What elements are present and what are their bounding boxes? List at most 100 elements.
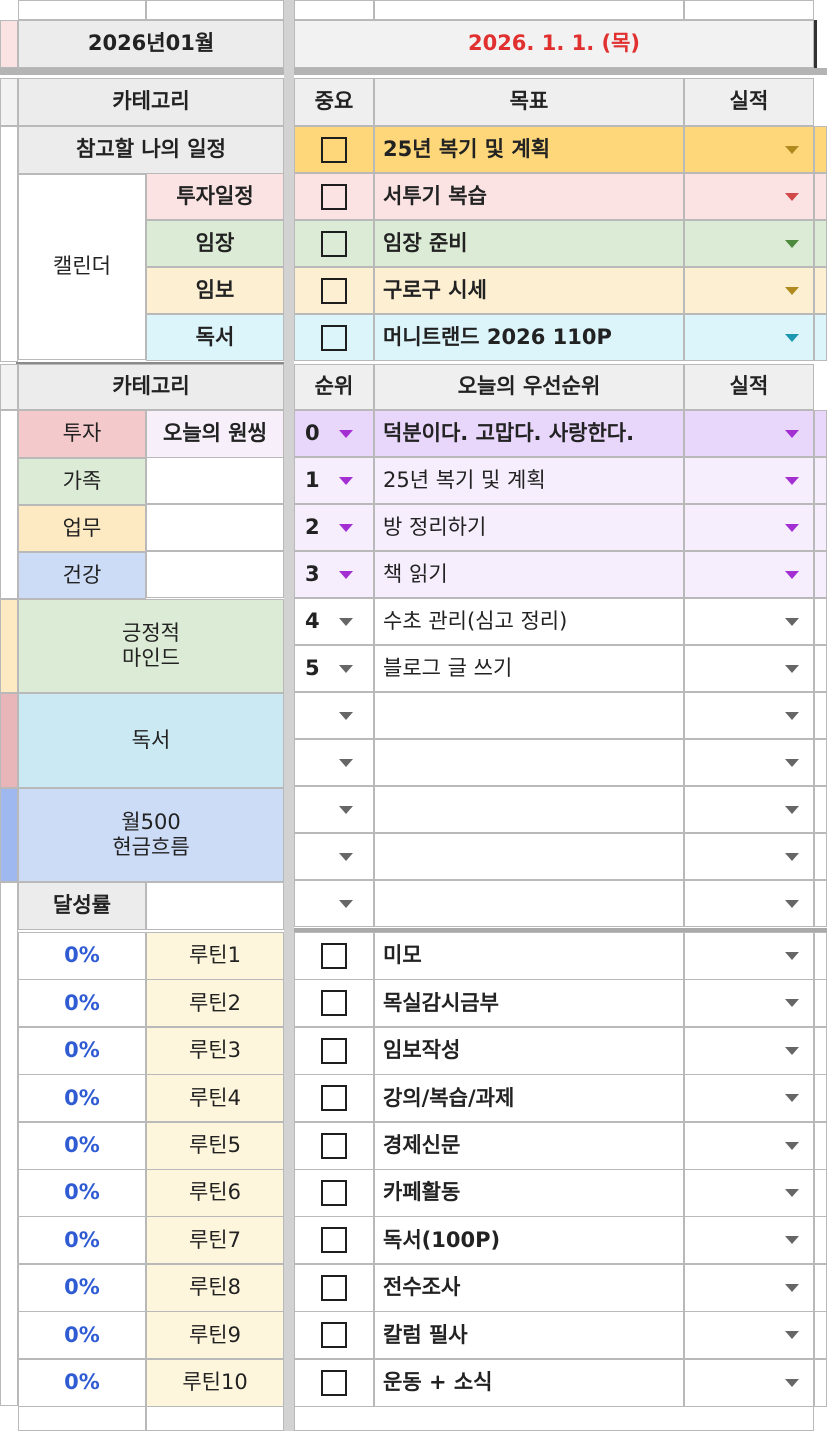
routine-result-dropdown[interactable] <box>684 1074 814 1123</box>
goal-text-cell[interactable]: 머니트랜드 2026 110P <box>374 314 684 361</box>
routine-result-dropdown[interactable] <box>684 1311 814 1360</box>
rank-dropdown[interactable]: 5 <box>294 645 374 692</box>
routine-result-dropdown[interactable] <box>684 1358 814 1407</box>
dropdown-arrow-icon[interactable] <box>339 476 353 485</box>
rank-dropdown[interactable]: 4 <box>294 598 374 645</box>
priority-result-dropdown[interactable] <box>684 598 814 645</box>
goal-text-cell[interactable]: 임장 준비 <box>374 220 684 267</box>
dropdown-arrow-icon[interactable] <box>339 523 353 532</box>
priority-text-cell[interactable] <box>374 692 684 739</box>
dropdown-arrow-icon[interactable] <box>785 952 799 960</box>
dropdown-arrow-icon[interactable] <box>339 570 353 579</box>
routine-task-cell[interactable]: 목실감시금부 <box>374 979 684 1028</box>
dropdown-arrow-icon[interactable] <box>785 476 799 485</box>
routine-result-dropdown[interactable] <box>684 1026 814 1075</box>
rank-dropdown[interactable]: 1 <box>294 457 374 504</box>
dropdown-arrow-icon[interactable] <box>339 429 353 438</box>
checkbox-icon[interactable] <box>321 990 347 1017</box>
dropdown-arrow-icon[interactable] <box>785 852 799 861</box>
blank-cell[interactable] <box>146 457 284 504</box>
priority-text-cell[interactable] <box>374 739 684 786</box>
dropdown-arrow-icon[interactable] <box>785 999 799 1008</box>
checkbox-icon[interactable] <box>321 136 347 163</box>
important-checkbox[interactable] <box>294 1026 374 1075</box>
checkbox-icon[interactable] <box>321 1037 347 1064</box>
achievement-value[interactable] <box>146 882 284 930</box>
important-checkbox[interactable] <box>294 126 374 173</box>
dropdown-arrow-icon[interactable] <box>785 711 799 720</box>
checkbox-icon[interactable] <box>321 324 347 351</box>
blank-cell[interactable] <box>374 0 684 20</box>
routine-result-dropdown[interactable] <box>684 1169 814 1217</box>
checkbox-icon[interactable] <box>321 1227 347 1254</box>
routine-result-dropdown[interactable] <box>684 1121 814 1170</box>
routine-task-cell[interactable]: 전수조사 <box>374 1263 684 1312</box>
dropdown-arrow-icon[interactable] <box>785 899 799 908</box>
dropdown-arrow-icon[interactable] <box>785 239 799 248</box>
priority-text-cell[interactable] <box>374 833 684 880</box>
routine-result-dropdown[interactable] <box>684 932 814 980</box>
important-checkbox[interactable] <box>294 1263 374 1312</box>
priority-result-dropdown[interactable] <box>684 410 814 457</box>
priority-result-dropdown[interactable] <box>684 739 814 786</box>
important-checkbox[interactable] <box>294 267 374 314</box>
routine-task-cell[interactable]: 임보작성 <box>374 1026 684 1075</box>
priority-result-dropdown[interactable] <box>684 692 814 739</box>
dropdown-arrow-icon[interactable] <box>785 192 799 201</box>
dropdown-arrow-icon[interactable] <box>785 1236 799 1245</box>
priority-text-cell[interactable] <box>374 880 684 927</box>
goal-text-cell[interactable]: 구로구 시세 <box>374 267 684 314</box>
routine-result-dropdown[interactable] <box>684 979 814 1028</box>
priority-text-cell[interactable]: 방 정리하기 <box>374 504 684 551</box>
important-checkbox[interactable] <box>294 932 374 980</box>
rank-dropdown[interactable]: 2 <box>294 504 374 551</box>
rank-dropdown[interactable] <box>294 786 374 833</box>
checkbox-icon[interactable] <box>321 1180 347 1206</box>
important-checkbox[interactable] <box>294 220 374 267</box>
checkbox-icon[interactable] <box>321 1322 347 1349</box>
rank-dropdown[interactable] <box>294 833 374 880</box>
goal-result-dropdown[interactable] <box>684 173 814 220</box>
checkbox-icon[interactable] <box>321 277 347 304</box>
priority-result-dropdown[interactable] <box>684 833 814 880</box>
goal-result-dropdown[interactable] <box>684 220 814 267</box>
dropdown-arrow-icon[interactable] <box>785 1189 799 1197</box>
routine-result-dropdown[interactable] <box>684 1263 814 1312</box>
dropdown-arrow-icon[interactable] <box>785 1094 799 1103</box>
dropdown-arrow-icon[interactable] <box>785 805 799 814</box>
dropdown-arrow-icon[interactable] <box>339 664 353 673</box>
routine-result-dropdown[interactable] <box>684 1216 814 1265</box>
dropdown-arrow-icon[interactable] <box>785 570 799 579</box>
important-checkbox[interactable] <box>294 1074 374 1123</box>
priority-text-cell[interactable]: 수초 관리(심고 정리) <box>374 598 684 645</box>
blank-cell[interactable] <box>684 0 814 20</box>
priority-result-dropdown[interactable] <box>684 786 814 833</box>
dropdown-arrow-icon[interactable] <box>785 758 799 767</box>
important-checkbox[interactable] <box>294 314 374 361</box>
rank-dropdown[interactable]: 0 <box>294 410 374 457</box>
important-checkbox[interactable] <box>294 1358 374 1407</box>
dropdown-arrow-icon[interactable] <box>785 429 799 438</box>
dropdown-arrow-icon[interactable] <box>339 711 353 720</box>
important-checkbox[interactable] <box>294 1311 374 1360</box>
dropdown-arrow-icon[interactable] <box>785 664 799 673</box>
dropdown-arrow-icon[interactable] <box>785 286 799 295</box>
dropdown-arrow-icon[interactable] <box>339 899 353 908</box>
rank-dropdown[interactable]: 3 <box>294 551 374 598</box>
checkbox-icon[interactable] <box>321 183 347 210</box>
goal-text-cell[interactable]: 25년 복기 및 계획 <box>374 126 684 173</box>
dropdown-arrow-icon[interactable] <box>785 1378 799 1387</box>
dropdown-arrow-icon[interactable] <box>339 617 353 626</box>
priority-text-cell[interactable]: 책 읽기 <box>374 551 684 598</box>
important-checkbox[interactable] <box>294 1121 374 1170</box>
dropdown-arrow-icon[interactable] <box>785 523 799 532</box>
checkbox-icon[interactable] <box>321 1085 347 1112</box>
routine-task-cell[interactable]: 미모 <box>374 932 684 980</box>
priority-result-dropdown[interactable] <box>684 551 814 598</box>
important-checkbox[interactable] <box>294 1169 374 1217</box>
blank-cell[interactable] <box>294 0 374 20</box>
dropdown-arrow-icon[interactable] <box>785 1331 799 1340</box>
important-checkbox[interactable] <box>294 173 374 220</box>
routine-task-cell[interactable]: 강의/복습/과제 <box>374 1074 684 1123</box>
checkbox-icon[interactable] <box>321 1132 347 1159</box>
